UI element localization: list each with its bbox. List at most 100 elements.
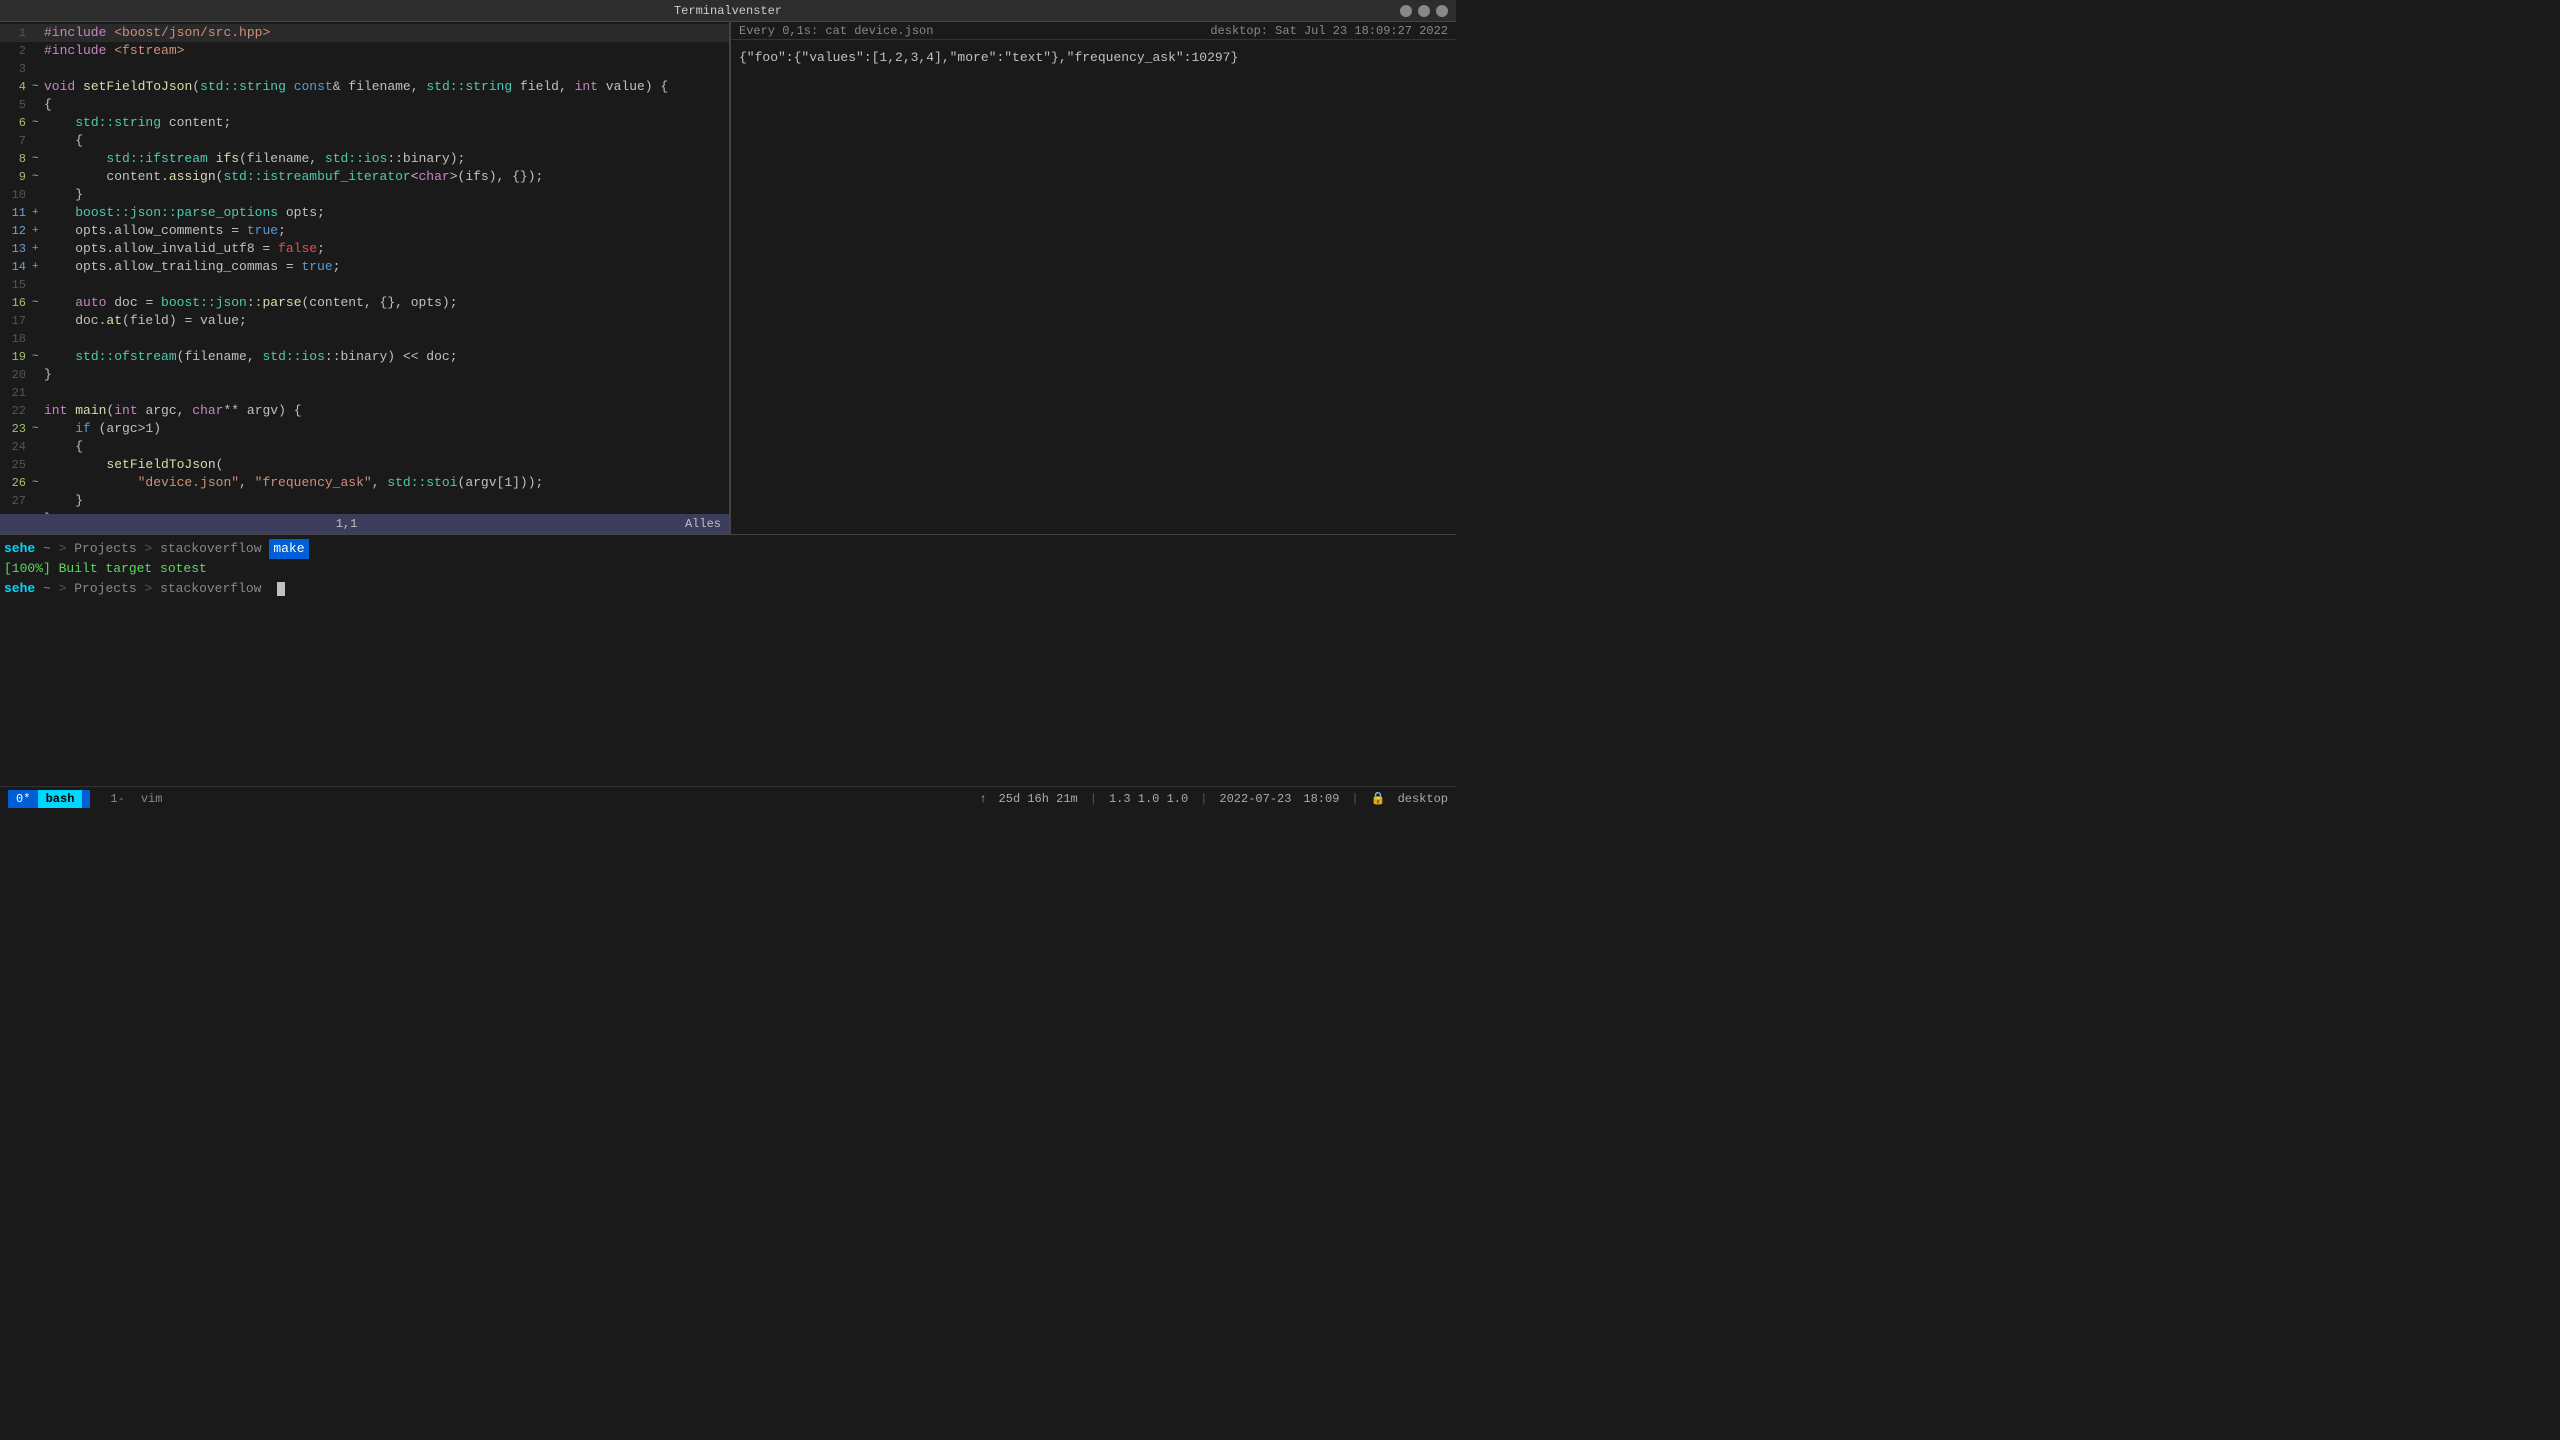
line-indicator-13: + <box>32 240 44 258</box>
line-content-18 <box>44 330 729 348</box>
prompt-tilde-2: ~ <box>35 579 51 599</box>
code-area: 1 #include <boost/json/src.hpp>2 #includ… <box>0 22 729 514</box>
code-line-8: 8~ std::ifstream ifs(filename, std::ios:… <box>0 150 729 168</box>
tmux-sep-2: | <box>1090 792 1097 806</box>
code-line-25: 25 setFieldToJson( <box>0 456 729 474</box>
line-content-15 <box>44 276 729 294</box>
line-number-22: 22 <box>0 402 32 420</box>
line-number-13: 13 <box>0 240 32 258</box>
line-content-23: if (argc>1) <box>44 420 729 438</box>
tmux-sep-4: | <box>1351 792 1358 806</box>
line-content-3 <box>44 60 729 78</box>
tmux-load: 1.3 1.0 1.0 <box>1109 792 1188 806</box>
terminal-content: sehe ~ > Projects > stackoverflow make [… <box>0 535 1456 786</box>
line-number-5: 5 <box>0 96 32 114</box>
prompt-chevron-1 <box>262 539 270 559</box>
line-indicator-19: ~ <box>32 348 44 366</box>
line-number-3: 3 <box>0 60 32 78</box>
line-number-19: 19 <box>0 348 32 366</box>
line-number-23: 23 <box>0 420 32 438</box>
prompt-projects-1: Projects <box>74 539 136 559</box>
line-content-4: void setFieldToJson(std::string const& f… <box>44 78 729 96</box>
tmux-hostname: desktop <box>1398 792 1448 806</box>
window-title: Terminalvenster <box>674 4 782 18</box>
prompt-arrow-1: > <box>51 539 74 559</box>
code-line-16: 16~ auto doc = boost::json::parse(conten… <box>0 294 729 312</box>
code-line-13: 13+ opts.allow_invalid_utf8 = false; <box>0 240 729 258</box>
tmux-statusbar: 0* bash 1- vim ↑ 25d 16h 21m | 1.3 1.0 1… <box>0 786 1456 810</box>
line-number-17: 17 <box>0 312 32 330</box>
tmux-window-sep1[interactable]: 1- <box>106 790 128 808</box>
line-indicator-14: + <box>32 258 44 276</box>
watch-command: Every 0,1s: cat device.json <box>739 24 933 38</box>
code-line-26: 26~ "device.json", "frequency_ask", std:… <box>0 474 729 492</box>
prompt-user-1: sehe <box>4 539 35 559</box>
prompt-sep-1 <box>35 539 43 559</box>
code-line-11: 11+ boost::json::parse_options opts; <box>0 204 729 222</box>
top-pane: 1 #include <boost/json/src.hpp>2 #includ… <box>0 22 1456 534</box>
prompt-user-2: sehe <box>4 579 35 599</box>
minimize-button[interactable]: _ <box>1400 5 1412 17</box>
tmux-window-active[interactable]: 0* bash <box>8 790 90 808</box>
line-content-12: opts.allow_comments = true; <box>44 222 729 240</box>
code-line-14: 14+ opts.allow_trailing_commas = true; <box>0 258 729 276</box>
line-number-14: 14 <box>0 258 32 276</box>
prompt-arrow-3: > <box>51 579 74 599</box>
line-number-6: 6 <box>0 114 32 132</box>
tmux-uptime: 25d 16h 21m <box>999 792 1078 806</box>
prompt-tilde-1: ~ <box>43 539 51 559</box>
code-line-10: 10 } <box>0 186 729 204</box>
terminal-line-2: [100%] Built target sotest <box>0 559 1456 579</box>
line-indicator-20 <box>32 366 44 384</box>
line-content-19: std::ofstream(filename, std::ios::binary… <box>44 348 729 366</box>
line-indicator-26: ~ <box>32 474 44 492</box>
line-number-26: 26 <box>0 474 32 492</box>
line-content-1: #include <boost/json/src.hpp> <box>44 24 729 42</box>
vim-editor[interactable]: 1 #include <boost/json/src.hpp>2 #includ… <box>0 22 730 534</box>
vim-position: 1,1 <box>336 517 358 531</box>
main-container: 1 #include <boost/json/src.hpp>2 #includ… <box>0 22 1456 810</box>
tmux-arrow-icon: ↑ <box>979 792 986 806</box>
line-indicator-9: ~ <box>32 168 44 186</box>
lock-icon: 🔒 <box>1371 791 1386 806</box>
line-indicator-12: + <box>32 222 44 240</box>
tmux-bash-label[interactable]: bash <box>38 790 83 808</box>
line-number-7: 7 <box>0 132 32 150</box>
line-content-24: { <box>44 438 729 456</box>
code-line-6: 6~ std::string content; <box>0 114 729 132</box>
line-indicator-24 <box>32 438 44 456</box>
vim-mode: Alles <box>685 517 721 531</box>
line-content-25: setFieldToJson( <box>44 456 729 474</box>
watch-content: {"foo":{"values":[1,2,3,4],"more":"text"… <box>731 40 1456 534</box>
line-indicator-2 <box>32 42 44 60</box>
code-line-24: 24 { <box>0 438 729 456</box>
code-line-21: 21 <box>0 384 729 402</box>
line-number-15: 15 <box>0 276 32 294</box>
tmux-sep-3: | <box>1200 792 1207 806</box>
line-indicator-8: ~ <box>32 150 44 168</box>
line-number-24: 24 <box>0 438 32 456</box>
code-line-19: 19~ std::ofstream(filename, std::ios::bi… <box>0 348 729 366</box>
line-indicator-18 <box>32 330 44 348</box>
line-indicator-1 <box>32 24 44 42</box>
line-number-25: 25 <box>0 456 32 474</box>
close-button[interactable]: × <box>1436 5 1448 17</box>
code-line-12: 12+ opts.allow_comments = true; <box>0 222 729 240</box>
line-content-13: opts.allow_invalid_utf8 = false; <box>44 240 729 258</box>
code-line-7: 7 { <box>0 132 729 150</box>
tmux-right-status: ↑ 25d 16h 21m | 1.3 1.0 1.0 | 2022-07-23… <box>979 791 1448 806</box>
watch-header: Every 0,1s: cat device.json desktop: Sat… <box>731 22 1456 40</box>
line-number-4: 4 <box>0 78 32 96</box>
build-output: [100%] Built target sotest <box>4 559 207 579</box>
line-number-21: 21 <box>0 384 32 402</box>
line-content-22: int main(int argc, char** argv) { <box>44 402 729 420</box>
line-content-2: #include <fstream> <box>44 42 729 60</box>
line-content-14: opts.allow_trailing_commas = true; <box>44 258 729 276</box>
maximize-button[interactable]: □ <box>1418 5 1430 17</box>
bottom-pane[interactable]: sehe ~ > Projects > stackoverflow make [… <box>0 534 1456 786</box>
line-content-10: } <box>44 186 729 204</box>
code-line-27: 27 } <box>0 492 729 510</box>
line-indicator-11: + <box>32 204 44 222</box>
code-line-9: 9~ content.assign(std::istreambuf_iterat… <box>0 168 729 186</box>
tmux-vim-label[interactable]: vim <box>133 790 171 808</box>
